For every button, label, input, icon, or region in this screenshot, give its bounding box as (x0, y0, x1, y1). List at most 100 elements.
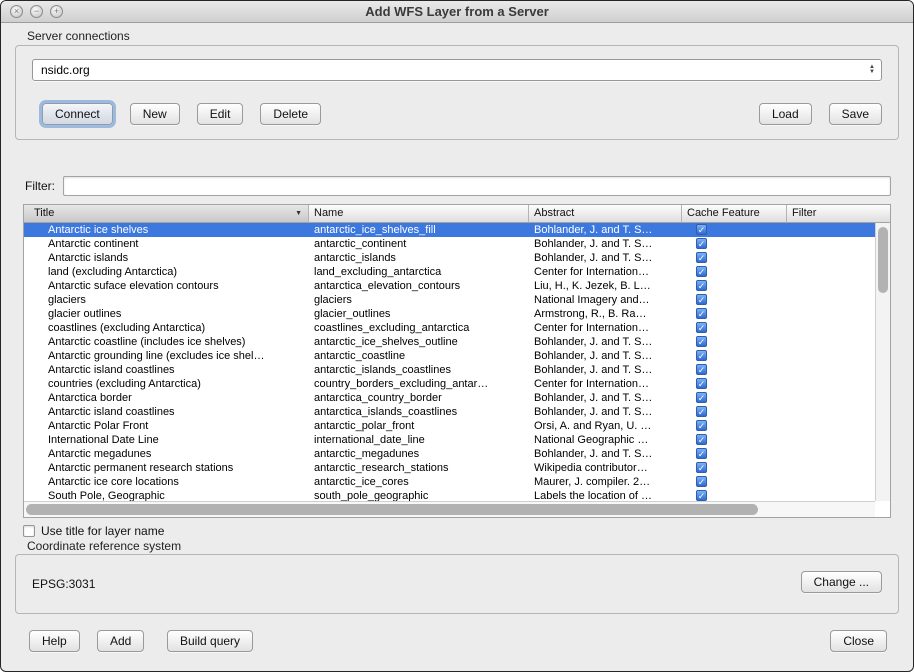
cell-title: Antarctic grounding line (excludes ice s… (24, 349, 309, 363)
cell-abstract: Bohlander, J. and T. S… (529, 251, 682, 265)
change-crs-button[interactable]: Change ... (801, 571, 882, 593)
table-row[interactable]: Antarctic island coastlinesantarctic_isl… (24, 363, 875, 377)
server-connections-group-label: Server connections (27, 29, 130, 43)
cell-name: antarctic_continent (309, 237, 529, 251)
cache-feature-checkbox[interactable]: ✓ (696, 434, 707, 445)
add-button[interactable]: Add (97, 630, 144, 652)
cell-title: Antarctic Polar Front (24, 419, 309, 433)
cache-feature-checkbox[interactable]: ✓ (696, 322, 707, 333)
cell-abstract: Bohlander, J. and T. S… (529, 223, 682, 237)
cell-filter (787, 265, 875, 279)
table-row[interactable]: countries (excluding Antarctica)country_… (24, 377, 875, 391)
zoom-window-button[interactable]: + (50, 5, 63, 18)
cache-feature-checkbox[interactable]: ✓ (696, 308, 707, 319)
table-row[interactable]: Antarctic grounding line (excludes ice s… (24, 349, 875, 363)
load-button[interactable]: Load (759, 103, 812, 125)
cell-cache-feature: ✓ (682, 433, 787, 447)
table-row[interactable]: Antarctic continentantarctic_continentBo… (24, 237, 875, 251)
titlebar[interactable]: × − + Add WFS Layer from a Server (1, 1, 913, 23)
cache-feature-checkbox[interactable]: ✓ (696, 280, 707, 291)
table-row[interactable]: coastlines (excluding Antarctica)coastli… (24, 321, 875, 335)
table-row[interactable]: International Date Lineinternational_dat… (24, 433, 875, 447)
save-button[interactable]: Save (829, 103, 882, 125)
table-row[interactable]: Antarctic coastline (includes ice shelve… (24, 335, 875, 349)
cache-feature-checkbox[interactable]: ✓ (696, 294, 707, 305)
connect-button[interactable]: Connect (42, 103, 113, 125)
cache-feature-checkbox[interactable]: ✓ (696, 252, 707, 263)
cache-feature-checkbox[interactable]: ✓ (696, 392, 707, 403)
cache-feature-checkbox[interactable]: ✓ (696, 238, 707, 249)
use-title-checkbox[interactable] (23, 525, 35, 537)
table-row[interactable]: glacier outlinesglacier_outlinesArmstron… (24, 307, 875, 321)
column-header-filter[interactable]: Filter (787, 205, 890, 223)
cell-name: antarctic_ice_shelves_fill (309, 223, 529, 237)
cell-cache-feature: ✓ (682, 237, 787, 251)
cell-filter (787, 251, 875, 265)
help-button[interactable]: Help (29, 630, 80, 652)
cell-abstract: Bohlander, J. and T. S… (529, 447, 682, 461)
cell-title: Antarctic ice shelves (24, 223, 309, 237)
table-row[interactable]: Antarctic ice shelvesantarctic_ice_shelv… (24, 223, 875, 237)
server-select[interactable]: nsidc.org ▲▼ (32, 59, 882, 81)
column-header-abstract[interactable]: Abstract (529, 205, 682, 223)
cache-feature-checkbox[interactable]: ✓ (696, 364, 707, 375)
close-window-button[interactable]: × (10, 5, 23, 18)
cache-feature-checkbox[interactable]: ✓ (696, 448, 707, 459)
cell-abstract: Orsi, A. and Ryan, U. … (529, 419, 682, 433)
cell-cache-feature: ✓ (682, 363, 787, 377)
cell-cache-feature: ✓ (682, 349, 787, 363)
cell-title: Antarctic island coastlines (24, 363, 309, 377)
table-row[interactable]: Antarctic megadunesantarctic_megadunesBo… (24, 447, 875, 461)
column-header-cache-feature[interactable]: Cache Feature (682, 205, 787, 223)
cache-feature-checkbox[interactable]: ✓ (696, 420, 707, 431)
cell-title: Antarctic islands (24, 251, 309, 265)
close-button[interactable]: Close (830, 630, 887, 652)
table-row[interactable]: land (excluding Antarctica)land_excludin… (24, 265, 875, 279)
horizontal-scrollbar[interactable] (24, 501, 875, 517)
table-row[interactable]: Antarctic Polar Frontantarctic_polar_fro… (24, 419, 875, 433)
table-row[interactable]: Antarctic ice core locationsantarctic_ic… (24, 475, 875, 489)
table-row[interactable]: Antarctic island coastlinesantarctica_is… (24, 405, 875, 419)
cache-feature-checkbox[interactable]: ✓ (696, 490, 707, 501)
cache-feature-checkbox[interactable]: ✓ (696, 462, 707, 473)
filter-input[interactable] (63, 176, 891, 196)
cell-filter (787, 293, 875, 307)
new-button[interactable]: New (130, 103, 180, 125)
vertical-scrollbar[interactable] (875, 223, 890, 501)
cell-abstract: Labels the location of … (529, 489, 682, 501)
table-row[interactable]: South Pole, Geographicsouth_pole_geograp… (24, 489, 875, 501)
cache-feature-checkbox[interactable]: ✓ (696, 336, 707, 347)
table-row[interactable]: Antarctic islandsantarctic_islandsBohlan… (24, 251, 875, 265)
add-wfs-layer-dialog: × − + Add WFS Layer from a Server Server… (0, 0, 914, 672)
cache-feature-checkbox[interactable]: ✓ (696, 266, 707, 277)
edit-button[interactable]: Edit (197, 103, 244, 125)
table-row[interactable]: Antarctic suface elevation contoursantar… (24, 279, 875, 293)
cache-feature-checkbox[interactable]: ✓ (696, 350, 707, 361)
cache-feature-checkbox[interactable]: ✓ (696, 476, 707, 487)
use-title-option[interactable]: Use title for layer name (23, 524, 164, 538)
delete-button[interactable]: Delete (260, 103, 321, 125)
table-row[interactable]: Antarctica borderantarctica_country_bord… (24, 391, 875, 405)
use-title-label: Use title for layer name (41, 524, 164, 538)
cell-abstract: Center for Internation… (529, 321, 682, 335)
table-row[interactable]: glaciersglaciersNational Imagery and…✓ (24, 293, 875, 307)
table-row[interactable]: Antarctic permanent research stationsant… (24, 461, 875, 475)
cell-filter (787, 489, 875, 501)
cell-title: Antarctic permanent research stations (24, 461, 309, 475)
build-query-button[interactable]: Build query (167, 630, 253, 652)
cell-abstract: Liu, H., K. Jezek, B. L… (529, 279, 682, 293)
minimize-window-button[interactable]: − (30, 5, 43, 18)
horizontal-scrollbar-thumb[interactable] (26, 504, 758, 515)
cell-filter (787, 405, 875, 419)
cell-cache-feature: ✓ (682, 335, 787, 349)
cache-feature-checkbox[interactable]: ✓ (696, 224, 707, 235)
cache-feature-checkbox[interactable]: ✓ (696, 406, 707, 417)
cell-cache-feature: ✓ (682, 489, 787, 501)
cell-abstract: Bohlander, J. and T. S… (529, 405, 682, 419)
vertical-scrollbar-thumb[interactable] (878, 227, 888, 293)
cache-feature-checkbox[interactable]: ✓ (696, 378, 707, 389)
cell-filter (787, 391, 875, 405)
column-header-name[interactable]: Name (309, 205, 529, 223)
cell-abstract: Armstrong, R., B. Ra… (529, 307, 682, 321)
column-header-title[interactable]: Title ▼ (24, 205, 309, 223)
